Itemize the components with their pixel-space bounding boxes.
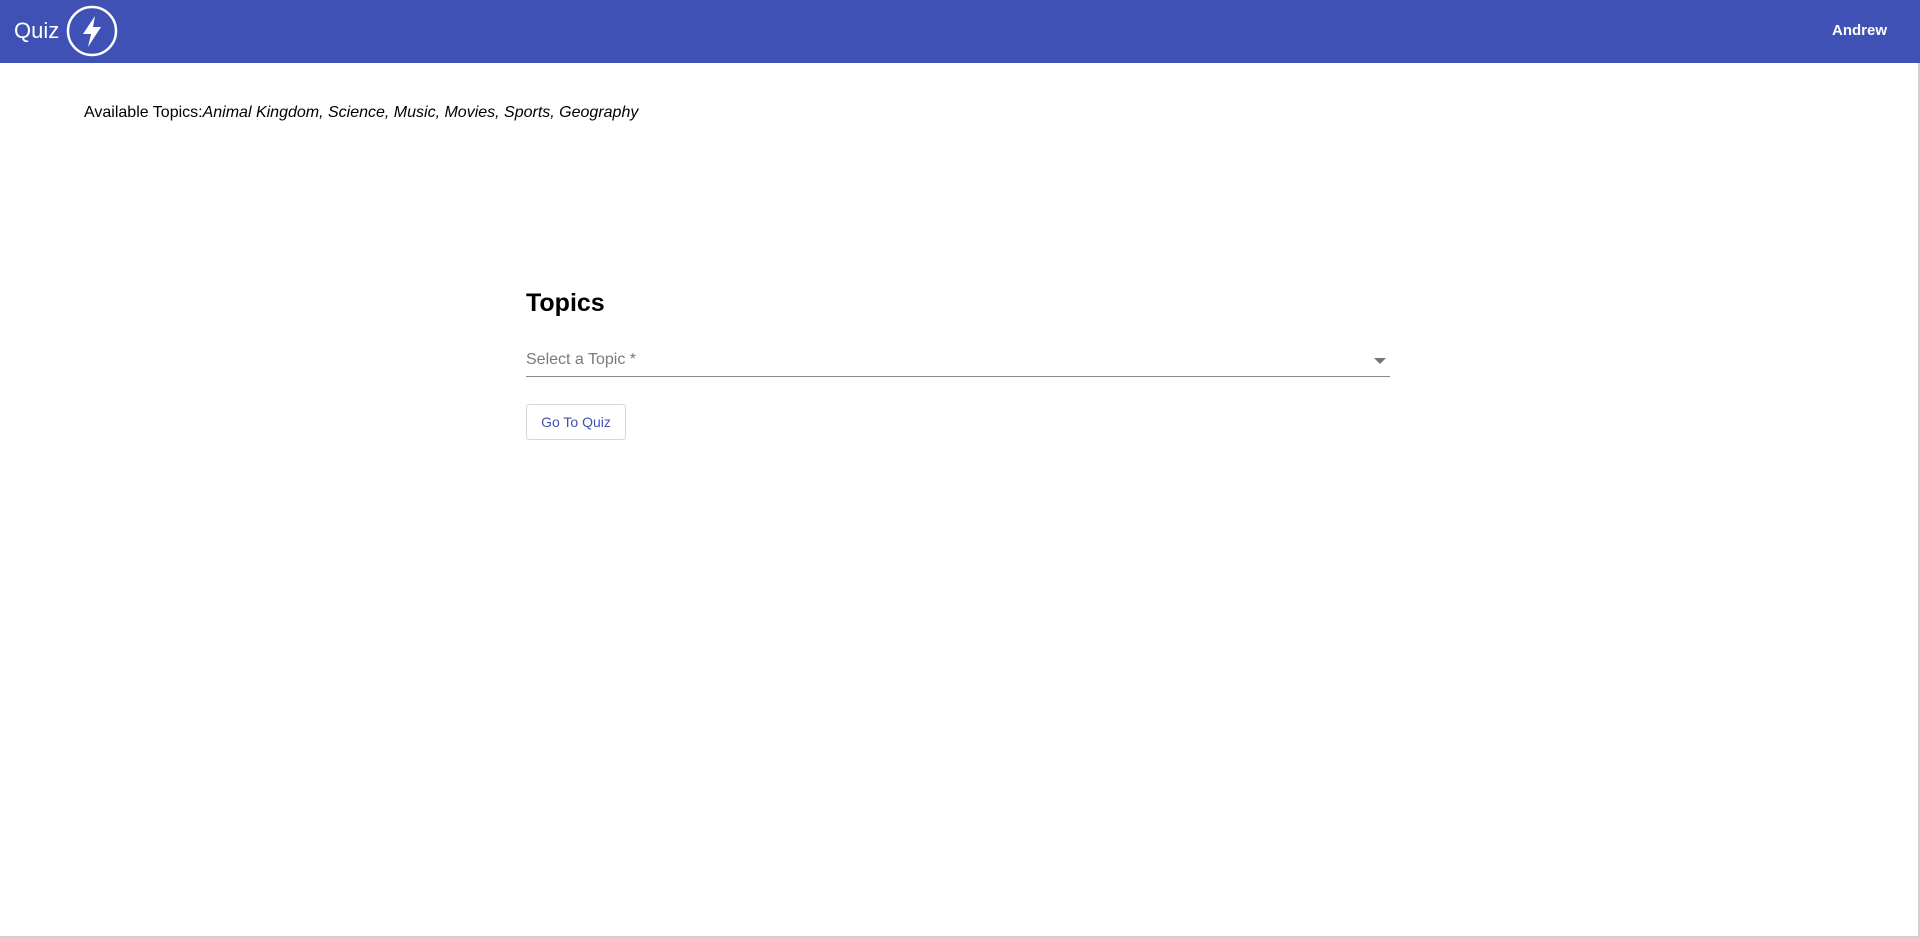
app-title: Quiz [14,18,60,43]
top-toolbar: Quiz Andrew [0,0,1920,63]
topic-select-placeholder: Select a Topic * [526,351,636,368]
available-topics-info: Available Topics:Animal Kingdom, Science… [84,103,638,123]
topics-form: Topics Select a Topic * Go To Quiz [526,288,1390,440]
topics-title: Topics [526,289,605,317]
available-topics-list: Animal Kingdom, Science, Music, Movies, … [202,104,639,121]
available-topics-label: Available Topics: [84,104,203,121]
dropdown-arrow-icon [1374,358,1386,364]
lightning-bolt-icon [66,5,118,57]
go-to-quiz-button[interactable]: Go To Quiz [526,404,626,440]
topic-select[interactable]: Select a Topic * [526,346,1390,377]
user-menu-button[interactable]: Andrew [1832,22,1887,40]
